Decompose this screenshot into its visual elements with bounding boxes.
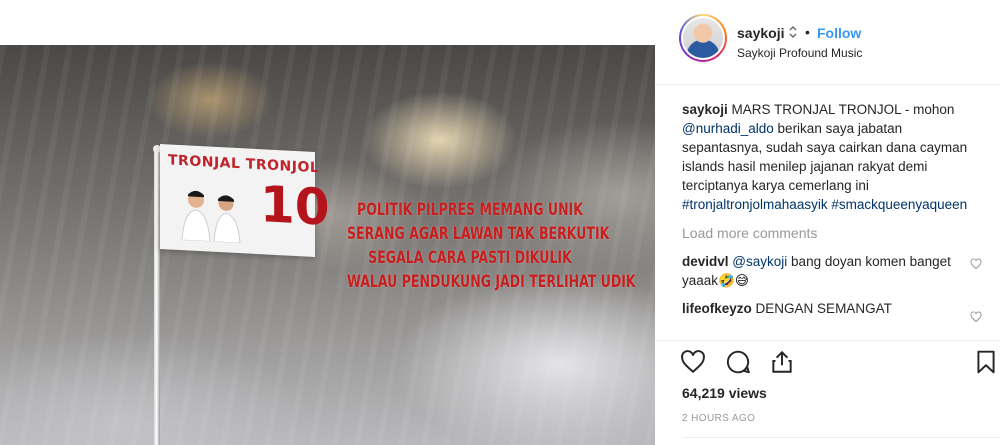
comment-like-icon[interactable] [970, 311, 982, 323]
post-timestamp[interactable]: 2 HOURS AGO [682, 413, 755, 424]
caption: saykoji MARS TRONJAL TRONJOL - mohon @nu… [682, 100, 982, 214]
poem-line: SERANG AGAR LAWAN TAK BERKUTIK [347, 224, 610, 244]
comments-list[interactable]: saykoji MARS TRONJAL TRONJOL - mohon @nu… [682, 100, 982, 338]
comment: lifeofkeyzo DENGAN SEMANGAT [682, 299, 982, 323]
poem-line: POLITIK PILPRES MEMANG UNIK [357, 200, 583, 220]
caption-mention[interactable]: @nurhadi_aldo [682, 121, 774, 136]
load-more-comments-button[interactable]: Load more comments [682, 224, 982, 243]
view-count[interactable]: 64,219 views [682, 385, 767, 401]
comment-mention[interactable]: @saykoji [732, 254, 787, 269]
heart-icon[interactable] [680, 349, 706, 375]
poem-text: POLITIK PILPRES MEMANG UNIK SERANG AGAR … [347, 198, 636, 294]
header-username[interactable]: saykoji [737, 25, 784, 41]
bookmark-icon[interactable] [973, 349, 999, 375]
caption-username[interactable]: saykoji [682, 102, 728, 117]
post-header: saykoji • Follow Saykoji Profound Music [655, 0, 1000, 85]
flag-title: TRONJAL TRONJOL [168, 152, 320, 177]
comment-username[interactable]: devidvl [682, 254, 729, 269]
flag-number: 10 [260, 175, 330, 237]
candidates-illustration [181, 190, 241, 244]
verified-toggle-icon [789, 26, 797, 38]
comment-like-icon[interactable] [970, 258, 982, 270]
post-sidebar: saykoji • Follow Saykoji Profound Music … [655, 0, 1000, 445]
follow-button[interactable]: Follow [817, 25, 861, 41]
poem-line: WALAU PENDUKUNG JADI TERLIHAT UDIK [347, 272, 636, 292]
campaign-flag: TRONJAL TRONJOL 10 [160, 143, 330, 258]
caption-text: MARS TRONJAL TRONJOL - mohon [731, 102, 955, 117]
avatar-image [681, 16, 725, 60]
share-icon[interactable] [769, 349, 795, 375]
post-actions [655, 340, 1000, 380]
comment-text: DENGAN SEMANGAT [755, 301, 892, 316]
avatar[interactable] [679, 14, 727, 62]
caption-hashtag[interactable]: #smackqueenyaqueen [831, 197, 967, 212]
comment: devidvl @saykoji bang doyan komen banget… [682, 252, 982, 290]
poem-line: SEGALA CARA PASTI DIKULIK [368, 248, 572, 268]
caption-hashtag[interactable]: #tronjaltronjolmahaasyik [682, 197, 828, 212]
comment-username[interactable]: lifeofkeyzo [682, 301, 752, 316]
post-media[interactable]: TRONJAL TRONJOL 10 POLITIK PILPRES MEMAN… [0, 45, 655, 445]
comment-icon[interactable] [725, 349, 751, 375]
header-separator: • [805, 24, 810, 40]
header-subtitle[interactable]: Saykoji Profound Music [737, 46, 862, 60]
add-comment-area[interactable] [682, 437, 1000, 445]
